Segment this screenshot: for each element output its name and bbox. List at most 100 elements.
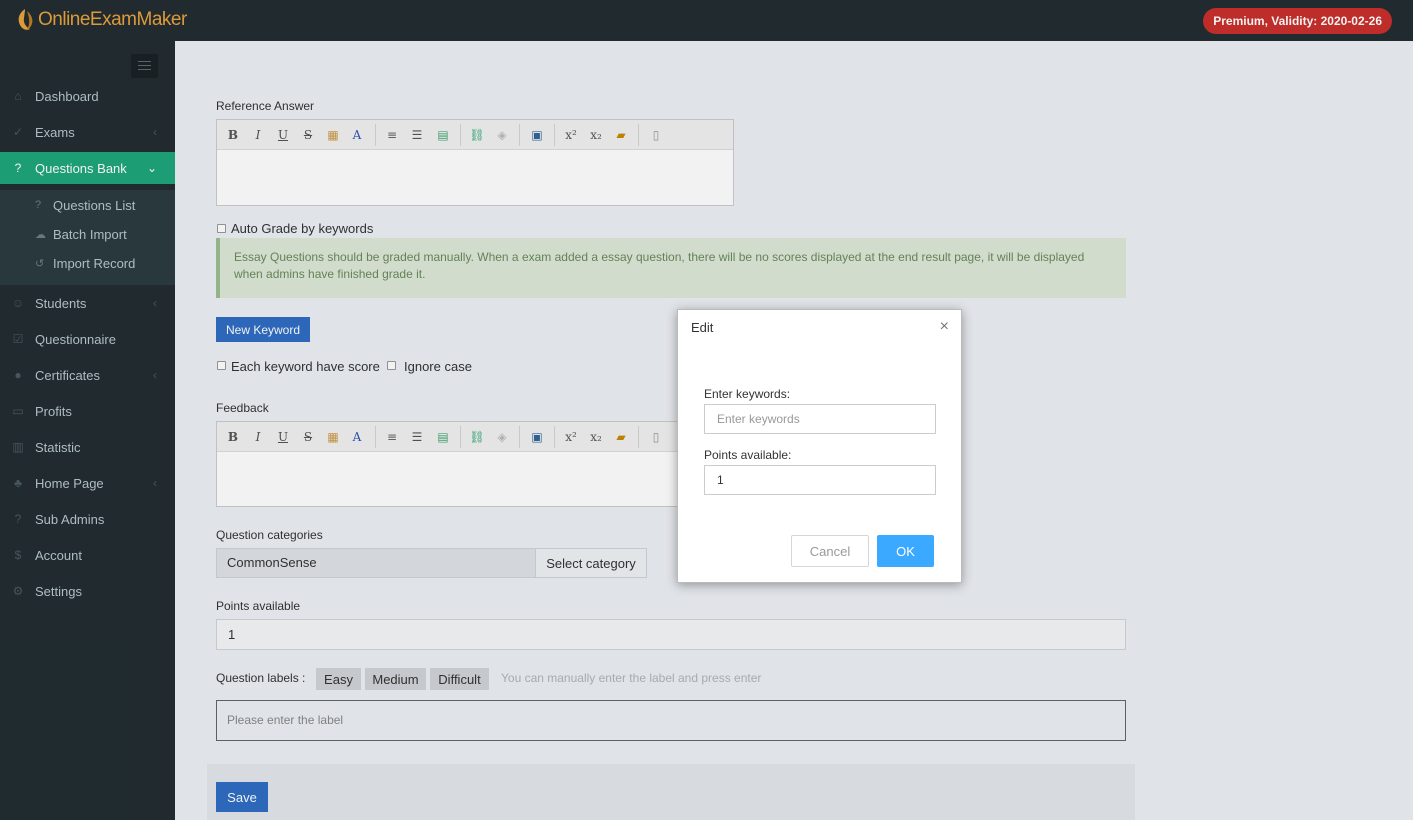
- underline-icon[interactable]: U: [274, 428, 292, 446]
- category-field[interactable]: CommonSense: [216, 548, 536, 578]
- question-circle-icon: ?: [14, 161, 22, 175]
- sidebar-item-statistic[interactable]: ▥ Statistic: [0, 430, 175, 464]
- sidebar-item-settings[interactable]: ⚙ Settings: [0, 574, 175, 608]
- sidebar-item-questionnaire[interactable]: ☑ Questionnaire: [0, 322, 175, 356]
- sidebar-item-profits[interactable]: ▭ Profits: [0, 394, 175, 428]
- question-circle-icon: ?: [14, 512, 22, 526]
- bold-icon[interactable]: B: [224, 126, 242, 144]
- sidebar-item-label: Students: [35, 295, 87, 311]
- users-icon: ☺: [11, 296, 25, 310]
- each-keyword-score-checkbox[interactable]: [217, 361, 226, 370]
- form-footer: Save: [207, 764, 1135, 820]
- logo-text: OnlineExamMaker: [38, 9, 187, 30]
- close-icon[interactable]: ×: [940, 318, 949, 336]
- image-icon[interactable]: ▣: [528, 428, 546, 446]
- italic-icon[interactable]: I: [249, 428, 267, 446]
- sidebar-item-label: Questionnaire: [35, 331, 116, 347]
- background-color-icon[interactable]: A: [348, 428, 366, 446]
- source-icon[interactable]: ▯: [647, 126, 665, 144]
- top-header: OnlineExamMaker Premium, Validity: 2020-…: [0, 0, 1413, 41]
- ordered-list-icon[interactable]: ≡: [383, 428, 401, 446]
- keywords-input[interactable]: Enter keywords: [704, 404, 936, 434]
- tree-icon: ♣: [14, 476, 22, 490]
- bold-icon[interactable]: B: [224, 428, 242, 446]
- unordered-list-icon[interactable]: ☰: [408, 126, 426, 144]
- sidebar-item-account[interactable]: $ Account: [0, 538, 175, 572]
- question-circle-icon: ?: [35, 199, 42, 211]
- logo-icon: [14, 7, 36, 33]
- check-circle-icon: ✓: [12, 125, 24, 139]
- label-hint: You can manually enter the label and pre…: [501, 671, 762, 685]
- superscript-icon[interactable]: x²: [562, 126, 580, 144]
- chevron-down-icon: ⌄: [146, 161, 157, 175]
- home-icon: ⌂: [14, 89, 22, 103]
- logo[interactable]: OnlineExamMaker: [14, 6, 187, 34]
- unlink-icon[interactable]: ◈: [493, 126, 511, 144]
- reference-answer-editor[interactable]: B I U S ▦ A ≡ ☰ ▤ ⛓ ◈ ▣ x² x₂ ▰ ▯: [216, 119, 734, 206]
- unlink-icon[interactable]: ◈: [493, 428, 511, 446]
- sidebar-subitem-label: Questions List: [53, 197, 136, 213]
- italic-icon[interactable]: I: [249, 126, 267, 144]
- bar-chart-icon: ▥: [12, 440, 24, 454]
- sidebar-item-sub-admins[interactable]: ? Sub Admins: [0, 502, 175, 536]
- cancel-button[interactable]: Cancel: [791, 535, 869, 567]
- paste-icon[interactable]: ▰: [612, 428, 630, 446]
- auto-grade-checkbox[interactable]: [217, 224, 226, 233]
- text-color-icon[interactable]: ▦: [324, 126, 342, 144]
- superscript-icon[interactable]: x²: [562, 428, 580, 446]
- strikethrough-icon[interactable]: S: [299, 126, 317, 144]
- sidebar-subitem-import-record[interactable]: ↺ Import Record: [35, 253, 135, 273]
- select-category-button[interactable]: Select category: [535, 548, 647, 578]
- unordered-list-icon[interactable]: ☰: [408, 428, 426, 446]
- table-icon[interactable]: ▤: [434, 126, 452, 144]
- sidebar-subitem-batch-import[interactable]: ☁ Batch Import: [35, 224, 127, 244]
- source-icon[interactable]: ▯: [647, 428, 665, 446]
- label-tag-easy[interactable]: Easy: [316, 668, 361, 690]
- underline-icon[interactable]: U: [274, 126, 292, 144]
- label-input[interactable]: Please enter the label: [216, 700, 1126, 741]
- sidebar-item-dashboard[interactable]: ⌂ Dashboard: [0, 79, 175, 113]
- link-icon[interactable]: ⛓: [468, 428, 486, 446]
- sidebar-item-exams[interactable]: ✓ Exams ‹: [0, 115, 175, 149]
- modal-points-label: Points available:: [704, 448, 792, 462]
- new-keyword-button[interactable]: New Keyword: [216, 317, 310, 342]
- keywords-label: Enter keywords:: [704, 387, 791, 401]
- image-icon[interactable]: ▣: [528, 126, 546, 144]
- feedback-editor[interactable]: B I U S ▦ A ≡ ☰ ▤ ⛓ ◈ ▣ x² x₂ ▰ ▯: [216, 421, 734, 507]
- cloud-upload-icon: ☁: [35, 228, 46, 241]
- background-color-icon[interactable]: A: [348, 126, 366, 144]
- modal-points-input[interactable]: 1: [704, 465, 936, 495]
- ok-button[interactable]: OK: [877, 535, 934, 567]
- chevron-left-icon: ‹: [153, 476, 157, 490]
- save-button[interactable]: Save: [216, 782, 268, 812]
- ignore-case-checkbox[interactable]: [387, 361, 396, 370]
- ordered-list-icon[interactable]: ≡: [383, 126, 401, 144]
- subscript-icon[interactable]: x₂: [587, 126, 605, 144]
- sidebar-item-questions-bank[interactable]: ? Questions Bank ⌄: [0, 152, 183, 184]
- questions-bank-submenu: ? Questions List ☁ Batch Import ↺ Import…: [0, 190, 175, 285]
- sidebar-item-label: Statistic: [35, 439, 81, 455]
- label-tag-difficult[interactable]: Difficult: [430, 668, 489, 690]
- points-available-field[interactable]: 1: [216, 619, 1126, 650]
- editor-toolbar: B I U S ▦ A ≡ ☰ ▤ ⛓ ◈ ▣ x² x₂ ▰ ▯: [217, 422, 733, 452]
- sidebar-toggle-button[interactable]: [131, 54, 158, 78]
- sidebar-item-label: Exams: [35, 124, 75, 140]
- sidebar-item-students[interactable]: ☺ Students ‹: [0, 286, 175, 320]
- strikethrough-icon[interactable]: S: [299, 428, 317, 446]
- editor-toolbar: B I U S ▦ A ≡ ☰ ▤ ⛓ ◈ ▣ x² x₂ ▰ ▯: [217, 120, 733, 150]
- table-icon[interactable]: ▤: [434, 428, 452, 446]
- credit-card-icon: ▭: [12, 404, 24, 418]
- gear-icon: ⚙: [12, 584, 24, 598]
- points-available-label: Points available: [216, 599, 301, 613]
- paste-icon[interactable]: ▰: [612, 126, 630, 144]
- sidebar-item-certificates[interactable]: ● Certificates ‹: [0, 358, 175, 392]
- sidebar-subitem-questions-list[interactable]: ? Questions List: [35, 195, 135, 215]
- sidebar-item-label: Profits: [35, 403, 72, 419]
- reference-answer-label: Reference Answer: [216, 99, 315, 113]
- label-tag-medium[interactable]: Medium: [365, 668, 426, 690]
- link-icon[interactable]: ⛓: [468, 126, 486, 144]
- text-color-icon[interactable]: ▦: [324, 428, 342, 446]
- sidebar-item-home-page[interactable]: ♣ Home Page ‹: [0, 466, 175, 500]
- premium-badge[interactable]: Premium, Validity: 2020-02-26: [1203, 8, 1392, 34]
- subscript-icon[interactable]: x₂: [587, 428, 605, 446]
